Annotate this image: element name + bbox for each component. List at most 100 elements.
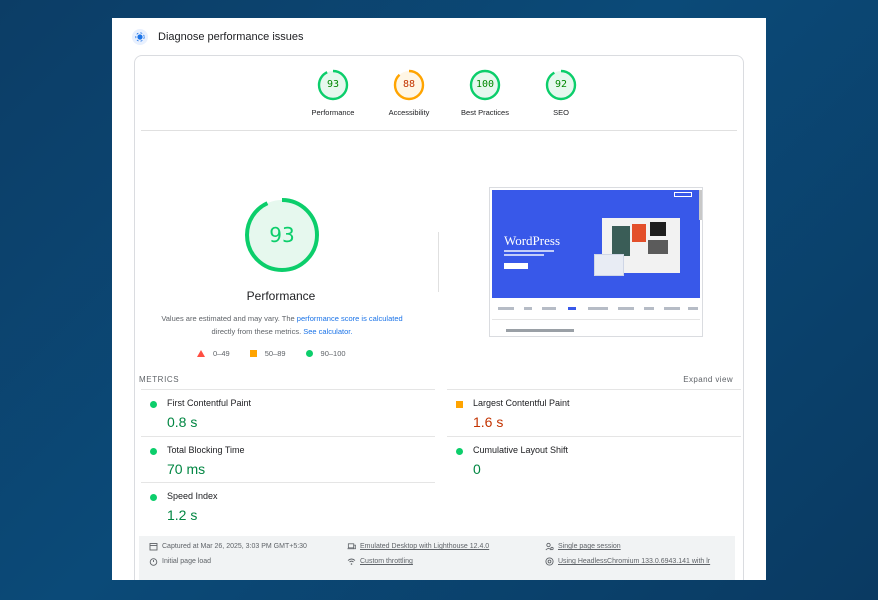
gauge-label: Accessibility (388, 108, 430, 117)
metric-largest-contentful-paint: Largest Contentful Paint 1.6 s (447, 389, 741, 435)
performance-score: 93 (269, 223, 295, 247)
report-panel: 93 Performance 88 Accessibility 100 Best… (134, 55, 744, 580)
performance-score-link[interactable]: performance score is calculated (297, 314, 403, 323)
preview-subtext (504, 250, 554, 252)
preview-logo (664, 307, 680, 310)
preview-logo (568, 307, 576, 310)
vertical-divider (438, 232, 439, 292)
gauge-seo[interactable]: 92 SEO (523, 69, 599, 117)
device-info[interactable]: Emulated Desktop with Lighthouse 12.4.0 (347, 542, 489, 551)
metric-value: 0.8 s (167, 414, 198, 430)
square-icon (249, 350, 257, 357)
score-gauges: 93 Performance 88 Accessibility 100 Best… (295, 69, 599, 117)
metric-value: 1.6 s (473, 414, 504, 430)
good-status-icon (150, 448, 157, 455)
metric-speed-index: Speed Index 1.2 s (141, 482, 435, 528)
metric-first-contentful-paint: First Contentful Paint 0.8 s (141, 389, 435, 435)
preview-logo (588, 307, 608, 310)
good-status-icon (150, 494, 157, 501)
metrics-heading: METRICS (139, 375, 180, 384)
gauge-ring: 93 (317, 69, 349, 101)
preview-logo (618, 307, 634, 310)
gauge-label: SEO (553, 108, 569, 117)
preview-logo (542, 307, 556, 310)
captured-at: Captured at Mar 26, 2025, 3:03 PM GMT+5:… (149, 542, 307, 551)
browser-info[interactable]: Using HeadlessChromium 133.0.6943.141 wi… (545, 557, 731, 566)
laptop-icon (347, 542, 356, 551)
throttling-info[interactable]: Custom throttling (347, 557, 413, 566)
metric-cumulative-layout-shift: Cumulative Layout Shift 0 (447, 436, 741, 482)
gauge-label: Performance (311, 108, 355, 117)
triangle-icon (197, 350, 205, 357)
legend-label: 90–100 (320, 349, 346, 358)
legend-fail: 0–49 (197, 349, 230, 358)
gauge-score: 92 (554, 79, 568, 90)
device-text: Emulated Desktop with Lighthouse 12.4.0 (360, 543, 490, 550)
metric-value: 1.2 s (167, 507, 198, 523)
preview-brand: WordPress (504, 233, 561, 248)
timer-icon (149, 557, 158, 566)
values-note: Values are estimated and may vary. The p… (147, 312, 417, 338)
throttling-text: Custom throttling (360, 558, 413, 565)
metric-total-blocking-time: Total Blocking Time 70 ms (141, 436, 435, 482)
browser-text: Using HeadlessChromium 133.0.6943.141 wi… (558, 558, 711, 565)
card-header: Diagnose performance issues (132, 28, 304, 46)
metric-value: 70 ms (167, 461, 206, 477)
metric-name: First Contentful Paint (167, 398, 252, 408)
metric-value: 0 (473, 461, 481, 477)
page-load-type: Initial page load (149, 557, 211, 566)
preview-collage-tile (648, 240, 668, 254)
preview-collage-tile (632, 224, 646, 242)
session-text: Single page session (558, 543, 621, 550)
gauge-label: Best Practices (461, 108, 509, 117)
preview-subtext (504, 254, 544, 256)
card-title: Diagnose performance issues (158, 31, 304, 43)
legend-label: 0–49 (213, 349, 230, 358)
expand-view-button[interactable]: Expand view (683, 375, 733, 384)
preview-divider (492, 319, 700, 320)
gauge-score: 93 (326, 79, 340, 90)
preview-heading (506, 329, 574, 332)
average-status-icon (456, 401, 463, 408)
run-details-footer: Captured at Mar 26, 2025, 3:03 PM GMT+5:… (139, 536, 735, 580)
gauge-ring: 92 (545, 69, 577, 101)
circle-icon (305, 350, 313, 357)
gauge-ring: 100 (469, 69, 501, 101)
preview-logo-strip (492, 303, 700, 315)
legend-label: 50–89 (264, 349, 286, 358)
preview-logo (688, 307, 698, 310)
good-status-icon (150, 401, 157, 408)
page-screenshot-preview[interactable]: WordPress (489, 187, 703, 337)
preview-logo (524, 307, 532, 310)
metric-name: Total Blocking Time (167, 445, 245, 455)
preview-top-button (674, 192, 692, 197)
gauge-performance[interactable]: 93 Performance (295, 69, 371, 117)
preview-collage-tile (650, 222, 666, 236)
person-icon (545, 542, 554, 551)
calculator-link[interactable]: See calculator. (303, 327, 352, 336)
preview-scrollbar (699, 190, 702, 220)
preview-collage-tile (612, 226, 630, 256)
legend-average: 50–89 (249, 349, 286, 358)
metric-name: Speed Index (167, 491, 218, 501)
captured-text: Captured at Mar 26, 2025, 3:03 PM GMT+5:… (162, 543, 307, 550)
metric-name: Largest Contentful Paint (473, 398, 570, 408)
section-divider (141, 130, 737, 131)
performance-title: Performance (246, 289, 316, 303)
metric-name: Cumulative Layout Shift (473, 445, 569, 455)
calendar-icon (149, 542, 158, 551)
diagnose-card: Diagnose performance issues 93 Performan… (112, 18, 766, 580)
gauge-best-practices[interactable]: 100 Best Practices (447, 69, 523, 117)
preview-logo (644, 307, 654, 310)
good-status-icon (456, 448, 463, 455)
gauge-score: 88 (402, 79, 416, 90)
gauge-ring: 88 (393, 69, 425, 101)
chrome-icon (545, 557, 554, 566)
session-info[interactable]: Single page session (545, 542, 621, 551)
legend-pass: 90–100 (305, 349, 346, 358)
preview-cta (504, 263, 528, 269)
preview-collage-tile (594, 254, 624, 276)
note-text: Values are estimated and may vary. The (161, 314, 297, 323)
gauge-accessibility[interactable]: 88 Accessibility (371, 69, 447, 117)
diagnose-icon (132, 29, 148, 45)
